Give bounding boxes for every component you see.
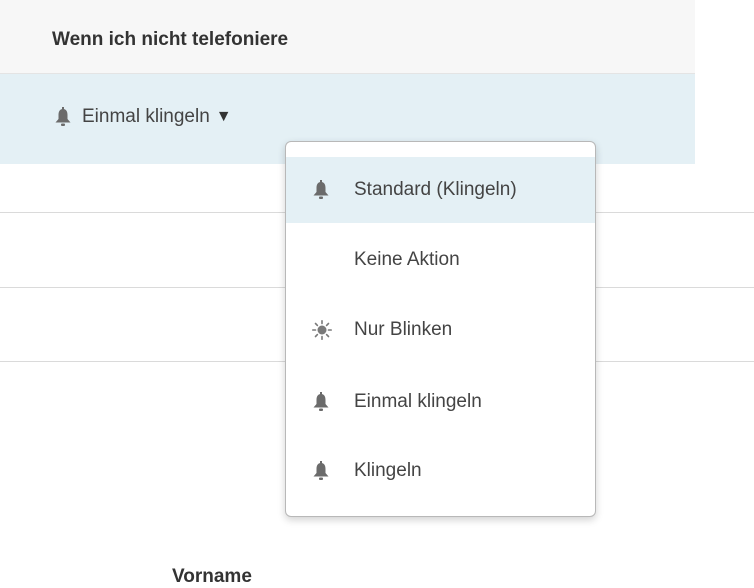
menu-item-keine-aktion[interactable]: Keine Aktion <box>286 227 595 293</box>
menu-item-nur-blinken[interactable]: Nur Blinken <box>286 297 595 363</box>
menu-item-label: Einmal klingeln <box>354 391 482 412</box>
bell-icon <box>312 180 354 200</box>
menu-item-label: Klingeln <box>354 460 422 481</box>
menu-item-einmal-klingeln[interactable]: Einmal klingeln <box>286 369 595 435</box>
blink-icon <box>312 320 354 340</box>
menu-item-standard-klingeln[interactable]: Standard (Klingeln) <box>286 157 595 223</box>
section-title: Wenn ich nicht telefoniere <box>52 29 289 50</box>
bell-icon <box>312 461 354 481</box>
menu-item-label: Standard (Klingeln) <box>354 179 517 200</box>
ring-mode-menu: Standard (Klingeln) Keine Aktion Nur Bli… <box>285 141 596 517</box>
menu-item-label: Nur Blinken <box>354 319 453 340</box>
caret-down-icon: ▼ <box>215 108 232 125</box>
ring-mode-current-value: Einmal klingeln <box>82 106 210 127</box>
ring-mode-dropdown[interactable]: Einmal klingeln ▼ <box>54 106 232 128</box>
bell-icon <box>54 107 72 127</box>
section-header: Wenn ich nicht telefoniere <box>0 0 695 74</box>
vorname-label: Vorname <box>172 566 252 587</box>
menu-item-klingeln[interactable]: Klingeln <box>286 438 595 504</box>
bell-icon <box>312 392 354 412</box>
menu-item-label: Keine Aktion <box>354 249 460 270</box>
